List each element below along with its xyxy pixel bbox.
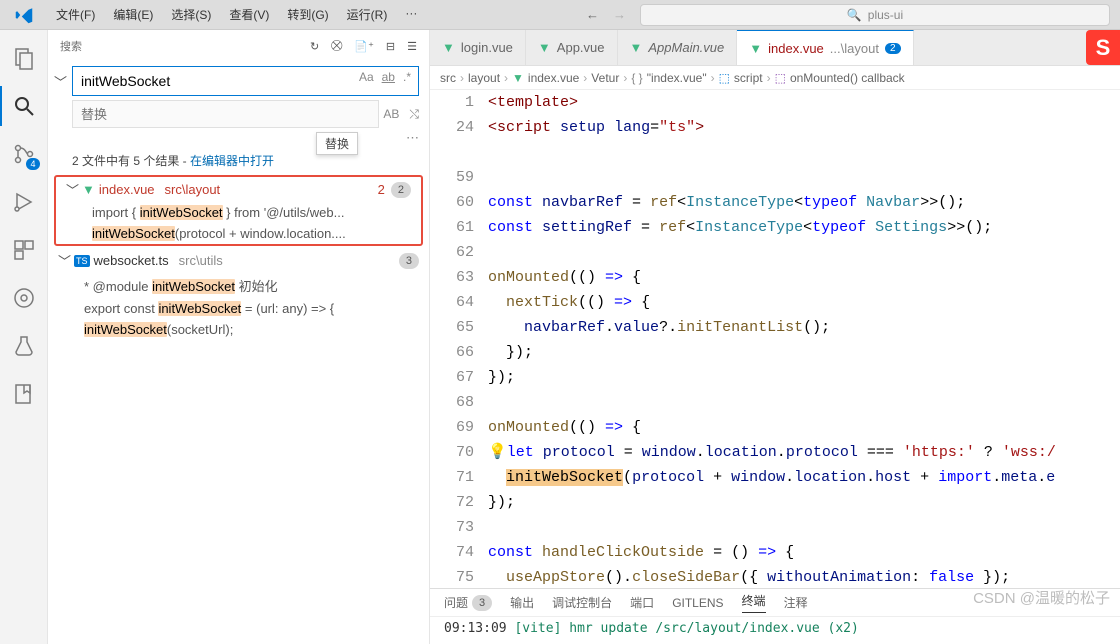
search-title: 搜索 <box>60 38 310 54</box>
replace-tooltip: 替换 <box>316 132 358 155</box>
result-file-head[interactable]: ﹀ ▼ index.vue src\layout 2 2 <box>56 177 421 202</box>
match-count-badge: 3 <box>399 253 419 269</box>
match-line[interactable]: import { initWebSocket } from '@/utils/w… <box>92 202 421 223</box>
vue-icon: ▼ <box>749 41 762 56</box>
scm-badge: 4 <box>26 158 39 170</box>
collapse-icon[interactable]: ⊟ <box>386 40 395 53</box>
command-center[interactable]: 🔍 plus-ui <box>640 4 1110 26</box>
match-word-toggle[interactable]: ab <box>382 70 395 84</box>
panel-problems[interactable]: 问题3 <box>444 594 492 611</box>
vscode-logo-icon <box>0 6 48 24</box>
activity-test[interactable] <box>0 326 48 366</box>
search-sidebar: 搜索 ↻ ⛒ 📄⁺ ⊟ ☰ ﹀ Aa ab .* AB <box>48 30 430 644</box>
panel-ports[interactable]: 端口 <box>630 594 654 611</box>
breadcrumb[interactable]: src› layout› ▼ index.vue› Vetur› { } "in… <box>430 66 1120 90</box>
view-mode-icon[interactable]: ☰ <box>407 40 417 53</box>
vue-icon: ▼ <box>442 40 455 55</box>
menu-edit[interactable]: 编辑(E) <box>105 2 161 27</box>
activity-bar: 4 <box>0 30 48 644</box>
nav-arrows: ← → <box>572 7 640 22</box>
activity-bookmark[interactable] <box>0 374 48 414</box>
menu-more[interactable]: ··· <box>397 2 425 27</box>
activity-extensions[interactable] <box>0 230 48 270</box>
line-gutter: 1245960616263646566676869707172737475 <box>430 90 488 588</box>
new-file-icon[interactable]: 📄⁺ <box>354 40 374 53</box>
replace-all-icon[interactable]: ⤭ <box>409 107 419 122</box>
clear-icon[interactable]: ⛒ <box>331 40 342 53</box>
menu-file[interactable]: 文件(F) <box>48 2 103 27</box>
activity-run[interactable] <box>0 182 48 222</box>
tab-login-vue[interactable]: ▼login.vue <box>430 30 526 65</box>
replace-input[interactable] <box>72 100 379 128</box>
tab-appmain-vue[interactable]: ▼AppMain.vue <box>618 30 738 65</box>
match-line[interactable]: * @module initWebSocket 初始化 <box>84 273 429 298</box>
activity-search[interactable] <box>0 86 48 126</box>
ts-icon: TS <box>74 255 90 267</box>
vue-icon: ▼ <box>630 40 643 55</box>
nav-back-icon[interactable]: ← <box>586 7 599 22</box>
editor-area: ▼login.vue ▼App.vue ▼AppMain.vue ▼ index… <box>430 30 1120 644</box>
title-bar: 文件(F) 编辑(E) 选择(S) 查看(V) 转到(G) 运行(R) ··· … <box>0 0 1120 30</box>
command-center-text: plus-ui <box>868 8 903 22</box>
bottom-panel: 问题3 输出 调试控制台 端口 GITLENS 终端 注释 09:13:09 [… <box>430 588 1120 644</box>
terminal-output[interactable]: 09:13:09 [vite] hmr update /src/layout/i… <box>430 617 1120 644</box>
chevron-down-icon: ﹀ <box>58 251 70 270</box>
match-line[interactable]: export const initWebSocket = (url: any) … <box>84 298 429 319</box>
activity-explorer[interactable] <box>0 38 48 78</box>
code-content[interactable]: <template><script setup lang="ts"> const… <box>488 90 1120 588</box>
menu-view[interactable]: 查看(V) <box>221 2 277 27</box>
menu-selection[interactable]: 选择(S) <box>163 2 219 27</box>
search-results: ﹀ ▼ index.vue src\layout 2 2 import { in… <box>48 173 429 644</box>
tab-index-vue[interactable]: ▼ index.vue ...\layout 2 <box>737 30 913 65</box>
search-header: 搜索 ↻ ⛒ 📄⁺ ⊟ ☰ <box>48 30 429 62</box>
match-line[interactable]: initWebSocket(protocol + window.location… <box>92 223 421 244</box>
panel-tabs: 问题3 输出 调试控制台 端口 GITLENS 终端 注释 <box>430 589 1120 617</box>
results-summary: 2 文件中有 5 个结果 - 在编辑器中打开 <box>48 146 429 173</box>
toggle-details-icon[interactable]: ⋯ <box>406 130 419 146</box>
refresh-icon[interactable]: ↻ <box>310 40 319 53</box>
chevron-down-icon: ﹀ <box>66 180 78 199</box>
vue-icon: ▼ <box>538 40 551 55</box>
code-editor[interactable]: 1245960616263646566676869707172737475 <t… <box>430 90 1120 588</box>
panel-terminal[interactable]: 终端 <box>742 592 766 613</box>
preserve-case-toggle[interactable]: AB <box>383 107 399 121</box>
match-case-toggle[interactable]: Aa <box>359 70 374 84</box>
vue-icon: ▼ <box>82 182 95 197</box>
activity-remote[interactable] <box>0 278 48 318</box>
result-file-index-vue: ﹀ ▼ index.vue src\layout 2 2 import { in… <box>54 175 423 246</box>
regex-toggle[interactable]: .* <box>403 70 411 84</box>
panel-comments[interactable]: 注释 <box>784 594 808 611</box>
search-icon: 🔍 <box>847 8 862 22</box>
match-line[interactable]: initWebSocket(socketUrl); <box>84 319 429 340</box>
menu-run[interactable]: 运行(R) <box>339 2 396 27</box>
nav-forward-icon[interactable]: → <box>613 7 626 22</box>
open-in-editor-link[interactable]: 在编辑器中打开 <box>190 154 274 168</box>
result-file-websocket-ts: ﹀ TS websocket.ts src\utils 3 * @module … <box>48 248 429 340</box>
panel-output[interactable]: 输出 <box>510 594 534 611</box>
panel-debug[interactable]: 调试控制台 <box>552 594 612 611</box>
tab-bar: ▼login.vue ▼App.vue ▼AppMain.vue ▼ index… <box>430 30 1120 66</box>
activity-scm[interactable]: 4 <box>0 134 48 174</box>
menu-bar: 文件(F) 编辑(E) 选择(S) 查看(V) 转到(G) 运行(R) ··· <box>48 2 425 27</box>
toggle-replace-icon[interactable]: ﹀ <box>54 72 68 91</box>
tab-app-vue[interactable]: ▼App.vue <box>526 30 618 65</box>
sogou-ime-icon: S <box>1086 30 1120 65</box>
menu-go[interactable]: 转到(G) <box>279 2 336 27</box>
match-count-badge: 2 <box>391 182 411 198</box>
result-file-head[interactable]: ﹀ TS websocket.ts src\utils 3 <box>48 248 429 273</box>
tab-badge: 2 <box>885 43 901 54</box>
panel-gitlens[interactable]: GITLENS <box>672 596 723 610</box>
